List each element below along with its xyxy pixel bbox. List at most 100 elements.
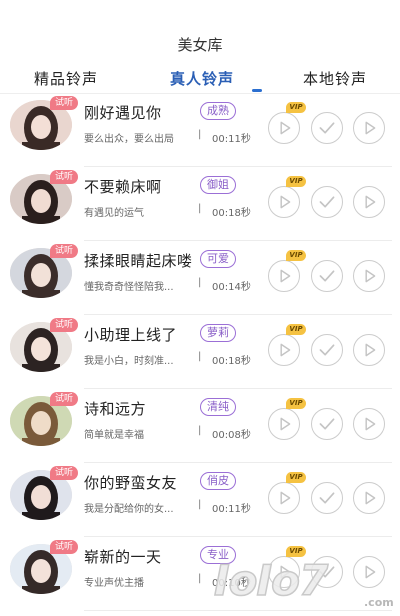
- trial-badge: 试听: [50, 540, 78, 554]
- play-button[interactable]: [353, 260, 385, 292]
- active-tab-indicator: [252, 89, 262, 92]
- song-duration: 00:18秒: [212, 356, 251, 367]
- song-duration: 00:11秒: [212, 134, 251, 145]
- set-ringtone-button[interactable]: [311, 112, 343, 144]
- vip-badge: VIP: [286, 324, 306, 335]
- play-icon: [365, 269, 376, 283]
- vip-badge: VIP: [286, 102, 306, 113]
- song-title: 你的野蛮女友: [84, 474, 178, 492]
- song-title: 诗和远方: [84, 400, 147, 418]
- style-tag: 可爱: [200, 250, 236, 268]
- row-divider: [84, 462, 392, 463]
- list-item[interactable]: 试听 小助理上线了 萝莉我是小白，时刻准... | 00:18秒 VIP: [0, 316, 400, 389]
- preview-play-button[interactable]: [268, 482, 300, 514]
- preview-play-button[interactable]: [268, 260, 300, 292]
- play-icon: [280, 491, 291, 505]
- set-ringtone-button[interactable]: [311, 334, 343, 366]
- play-button[interactable]: [353, 112, 385, 144]
- ringtone-list: 试听 刚好遇见你 成熟 要么出众，要么出局 | 00:11秒 VIP 试听 不要赖床啊 御姐 有遇见…: [0, 94, 400, 616]
- row-divider: [84, 314, 392, 315]
- play-icon: [365, 343, 376, 357]
- row-divider: [84, 388, 392, 389]
- play-button[interactable]: [353, 482, 385, 514]
- check-icon: [319, 122, 335, 134]
- play-icon: [365, 491, 376, 505]
- play-button[interactable]: [353, 186, 385, 218]
- style-tag: 御姐: [200, 176, 236, 194]
- set-ringtone-button[interactable]: [311, 260, 343, 292]
- list-item[interactable]: 试听 揉揉眼睛起床喽 可爱 懂我奇奇怪怪陪我... | 00:14秒 VIP: [0, 242, 400, 315]
- list-item[interactable]: 试听 刚好遇见你 成熟要么出众，要么出局 | 00:11秒 VIP: [0, 94, 400, 167]
- set-ringtone-button[interactable]: [311, 186, 343, 218]
- preview-play-button[interactable]: [268, 112, 300, 144]
- song-duration: 00:11秒: [212, 504, 251, 515]
- song-description: 有遇见的运气: [84, 208, 144, 219]
- check-icon: [319, 418, 335, 430]
- song-title: 小助理上线了: [84, 326, 178, 344]
- play-icon: [365, 195, 376, 209]
- song-title: 崭新的一天: [84, 548, 162, 566]
- song-description: 要么出众，要么出局: [84, 134, 174, 145]
- song-description: 简单就是幸福: [84, 430, 144, 441]
- song-description: 我是小白，时刻准...: [84, 356, 174, 367]
- set-ringtone-button[interactable]: [311, 482, 343, 514]
- song-description: 我是分配给你的女...: [84, 504, 174, 515]
- separator: |: [198, 129, 202, 140]
- play-icon: [280, 195, 291, 209]
- vip-badge: VIP: [286, 398, 306, 409]
- page-title: 美女库: [177, 36, 223, 54]
- play-icon: [365, 121, 376, 135]
- vip-badge: VIP: [286, 472, 306, 483]
- trial-badge: 试听: [50, 466, 78, 480]
- play-button[interactable]: [353, 408, 385, 440]
- row-divider: [84, 240, 392, 241]
- play-icon: [280, 121, 291, 135]
- play-button[interactable]: [353, 334, 385, 366]
- song-title: 刚好遇见你: [84, 104, 162, 122]
- separator: |: [198, 573, 202, 584]
- separator: |: [198, 203, 202, 214]
- check-icon: [319, 344, 335, 356]
- song-description: 专业声优主播: [84, 578, 144, 589]
- trial-badge: 试听: [50, 392, 78, 406]
- vip-badge: VIP: [286, 250, 306, 261]
- song-title: 不要赖床啊: [84, 178, 162, 196]
- trial-badge: 试听: [50, 170, 78, 184]
- watermark: IoIo7 .com: [213, 555, 400, 616]
- trial-badge: 试听: [50, 318, 78, 332]
- vip-badge: VIP: [286, 176, 306, 187]
- set-ringtone-button[interactable]: [311, 408, 343, 440]
- trial-badge: 试听: [50, 244, 78, 258]
- style-tag: 萝莉: [200, 324, 236, 342]
- song-duration: 00:08秒: [212, 430, 251, 441]
- tab-premium-ringtones[interactable]: 精品铃声: [34, 68, 98, 89]
- list-item[interactable]: 试听 你的野蛮女友 俏皮我是分配给你的女... | 00:11秒 VIP: [0, 464, 400, 537]
- title-bar: 美女库: [0, 0, 400, 62]
- list-item[interactable]: 试听 不要赖床啊 御姐有遇见的运气 | 00:18秒 VIP: [0, 168, 400, 241]
- separator: |: [198, 425, 202, 436]
- song-duration: 00:14秒: [212, 282, 251, 293]
- play-icon: [280, 269, 291, 283]
- separator: |: [198, 499, 202, 510]
- play-icon: [365, 417, 376, 431]
- list-item[interactable]: 试听 诗和远方 清纯简单就是幸福 | 00:08秒 VIP: [0, 390, 400, 463]
- song-title: 揉揉眼睛起床喽: [84, 252, 193, 270]
- tab-local-ringtones[interactable]: 本地铃声: [303, 68, 367, 89]
- tab-bar: 精品铃声 真人铃声 本地铃声: [0, 62, 400, 94]
- preview-play-button[interactable]: [268, 408, 300, 440]
- watermark-domain: .com: [364, 596, 394, 609]
- preview-play-button[interactable]: [268, 186, 300, 218]
- preview-play-button[interactable]: [268, 334, 300, 366]
- tab-real-voice-ringtones[interactable]: 真人铃声: [170, 68, 234, 89]
- watermark-logo: IoIo7: [213, 555, 329, 606]
- check-icon: [319, 270, 335, 282]
- check-icon: [319, 492, 335, 504]
- separator: |: [198, 351, 202, 362]
- style-tag: 俏皮: [200, 472, 236, 490]
- trial-badge: 试听: [50, 96, 78, 110]
- row-divider: [84, 166, 392, 167]
- style-tag: 成熟: [200, 102, 236, 120]
- song-duration: 00:18秒: [212, 208, 251, 219]
- style-tag: 清纯: [200, 398, 236, 416]
- play-icon: [280, 417, 291, 431]
